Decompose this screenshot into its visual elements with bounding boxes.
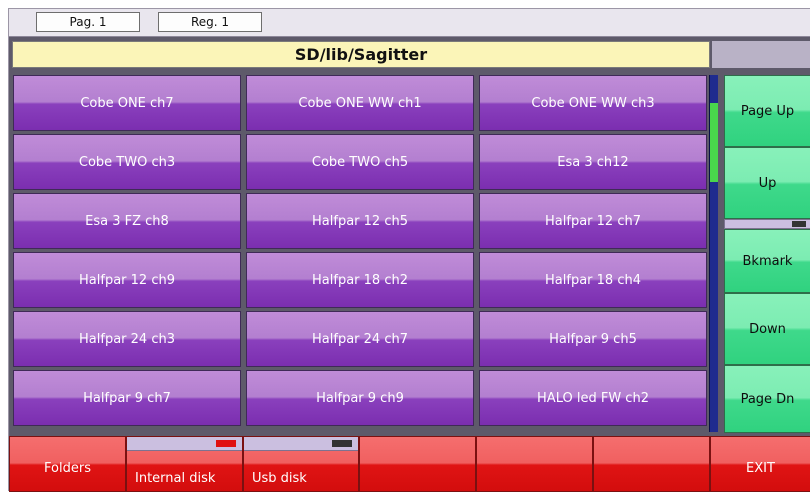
internal-disk-strip [127,437,242,451]
folders-button[interactable]: Folders [9,436,126,492]
fixture-button[interactable]: Esa 3 FZ ch8 [13,193,241,249]
folders-label: Folders [44,461,91,476]
bookmark-indicator [792,221,806,227]
fixture-button[interactable]: Halfpar 9 ch7 [13,370,241,426]
fixture-button[interactable]: Cobe TWO ch5 [246,134,474,190]
fixture-button[interactable]: Halfpar 24 ch3 [13,311,241,367]
bookmark-button[interactable]: Bkmark [724,229,810,293]
exit-label: EXIT [746,461,775,476]
bottom-toolbar: Folders Internal disk Usb disk EXIT [9,436,810,492]
internal-disk-label: Internal disk [135,471,216,486]
fixture-button[interactable]: Cobe ONE WW ch3 [479,75,707,131]
usb-disk-indicator [332,440,352,447]
fixture-button[interactable]: Halfpar 12 ch9 [13,252,241,308]
current-path: SD/lib/Sagitter [12,41,710,68]
fixture-button[interactable]: Halfpar 9 ch5 [479,311,707,367]
usb-disk-label: Usb disk [252,471,307,486]
internal-disk-button[interactable]: Internal disk [126,436,243,492]
fixture-button[interactable]: Halfpar 12 ch7 [479,193,707,249]
fixture-button[interactable]: HALO led FW ch2 [479,370,707,426]
top-status-bar: Pag. 1 Reg. 1 [9,9,810,37]
path-bar-spacer [712,41,810,68]
empty-button-2[interactable] [476,436,593,492]
fixture-button[interactable]: Halfpar 12 ch5 [246,193,474,249]
page-up-button[interactable]: Page Up [724,75,810,147]
up-button[interactable]: Up [724,147,810,219]
empty-button-1[interactable] [359,436,476,492]
usb-disk-button[interactable]: Usb disk [243,436,359,492]
fixture-button[interactable]: Halfpar 24 ch7 [246,311,474,367]
fixture-button[interactable]: Halfpar 18 ch2 [246,252,474,308]
page-indicator[interactable]: Pag. 1 [36,12,140,32]
fixture-button[interactable]: Cobe TWO ch3 [13,134,241,190]
fixture-button[interactable]: Halfpar 18 ch4 [479,252,707,308]
exit-button[interactable]: EXIT [710,436,810,492]
app-window: Pag. 1 Reg. 1 SD/lib/Sagitter Cobe ONE c… [8,8,810,492]
fixture-button[interactable]: Cobe ONE ch7 [13,75,241,131]
down-button[interactable]: Down [724,293,810,365]
fixture-grid: Cobe ONE ch7 Cobe ONE WW ch1 Cobe ONE WW c… [13,75,707,426]
fixture-button[interactable]: Cobe ONE WW ch1 [246,75,474,131]
scroll-thumb[interactable] [710,103,718,182]
fixture-button[interactable]: Halfpar 9 ch9 [246,370,474,426]
page-down-button[interactable]: Page Dn [724,365,810,433]
fixture-button[interactable]: Esa 3 ch12 [479,134,707,190]
internal-disk-indicator [216,440,236,447]
usb-disk-strip [244,437,358,451]
bookmark-strip [724,219,810,229]
list-scrollbar[interactable] [709,75,718,432]
register-indicator[interactable]: Reg. 1 [158,12,262,32]
library-panel: SD/lib/Sagitter Cobe ONE ch7 Cobe ONE WW … [9,37,810,492]
empty-button-3[interactable] [593,436,710,492]
